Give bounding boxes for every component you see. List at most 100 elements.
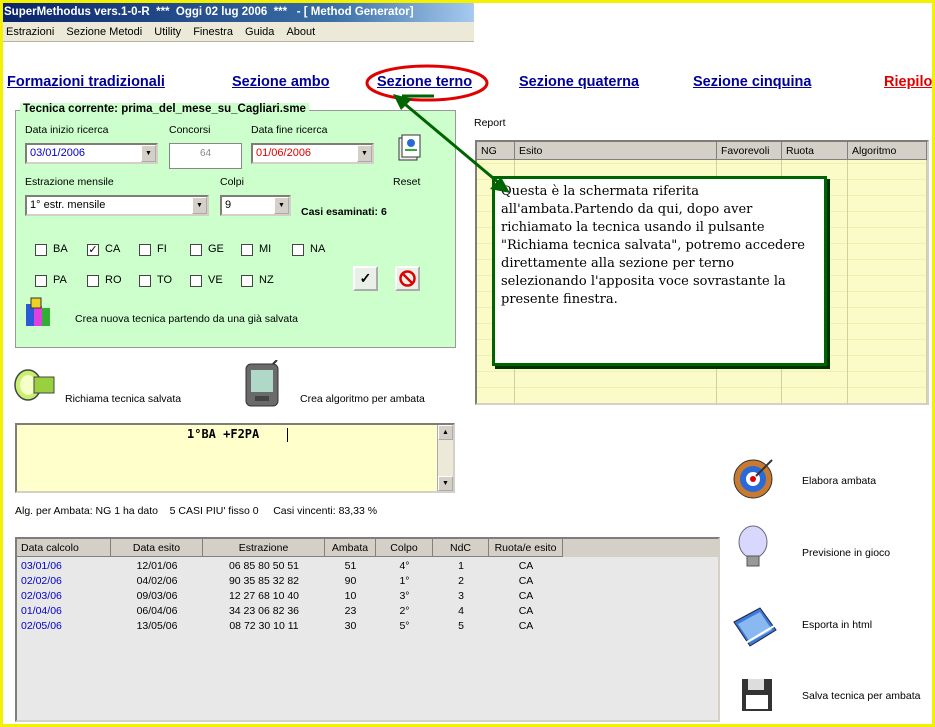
editor-scrollbar[interactable]: ▲ ▼	[437, 425, 453, 491]
table-cell: 04/02/06	[136, 575, 178, 587]
table-cell: 30	[344, 620, 357, 632]
table-cell: 02/05/06	[21, 620, 62, 632]
checkbox-to[interactable]	[139, 275, 151, 287]
flashlight-icon[interactable]	[12, 364, 58, 406]
report-col-ng[interactable]: NG	[477, 142, 515, 160]
table-row[interactable]: 02/05/06 13/05/06 08 72 30 10 11 30 5° 5 CA	[17, 619, 717, 634]
report-col-favorevoli[interactable]: Favorevoli	[717, 142, 782, 160]
checkbox-label-mi: MI	[259, 243, 272, 255]
target-icon[interactable]	[730, 455, 776, 501]
checkbox-pa[interactable]	[35, 275, 47, 287]
casi-esaminati: Casi esaminati: 6	[301, 206, 387, 218]
salva-tecnica-button[interactable]: Salva tecnica per ambata	[802, 690, 920, 702]
estrazione-select[interactable]: 1° estr. mensile ▼	[25, 195, 209, 216]
colpi-select[interactable]: 9 ▼	[220, 195, 291, 216]
table-cell: 2°	[399, 605, 410, 617]
table-row[interactable]: 02/02/06 04/02/06 90 35 85 32 82 90 1° 2 CA	[17, 574, 717, 589]
menu-guida[interactable]: Guida	[245, 26, 274, 38]
table-cell: 4°	[399, 560, 410, 572]
results-col-header[interactable]: NdC	[433, 539, 489, 557]
algorithm-editor[interactable]: 1°BA +F2PA ▲ ▼	[15, 423, 455, 493]
nav-sezione-terno[interactable]: Sezione terno	[377, 74, 472, 90]
cancel-button[interactable]	[395, 266, 420, 291]
scroll-up-icon[interactable]: ▲	[438, 425, 453, 440]
table-row[interactable]: 01/04/06 06/04/06 34 23 06 82 36 23 2° 4 CA	[17, 604, 717, 619]
results-table[interactable]: Data calcolo Data esito Estrazione Ambata Co…	[15, 537, 720, 722]
menu-estrazioni[interactable]: Estrazioni	[6, 26, 54, 38]
table-cell: 90	[344, 575, 357, 587]
nav-sezione-cinquina[interactable]: Sezione cinquina	[693, 74, 811, 90]
chevron-down-icon[interactable]: ▼	[192, 197, 207, 214]
checkbox-ge[interactable]	[190, 244, 202, 256]
reset-label[interactable]: Reset	[393, 176, 420, 188]
checkbox-ro[interactable]	[87, 275, 99, 287]
table-cell: 4	[458, 605, 464, 617]
results-col-header[interactable]: Ruota/e esito	[489, 539, 563, 557]
elabora-ambata-button[interactable]: Elabora ambata	[802, 475, 876, 487]
menu-bar: Estrazioni Sezione Metodi Utility Finest…	[0, 22, 474, 42]
nav-formazioni-tradizionali[interactable]: Formazioni tradizionali	[7, 74, 165, 90]
report-column-divider	[847, 160, 848, 405]
previsione-button[interactable]: Previsione in gioco	[802, 547, 890, 559]
table-cell: 02/03/06	[21, 590, 62, 602]
data-fine-value: 01/06/2006	[256, 147, 312, 159]
lightbulb-icon[interactable]	[735, 524, 771, 572]
report-col-algoritmo[interactable]: Algoritmo	[848, 142, 927, 160]
crea-nuova-label[interactable]: Crea nuova tecnica partendo da una già s…	[75, 313, 298, 325]
richiama-tecnica-button[interactable]: Richiama tecnica salvata	[65, 393, 181, 405]
table-row[interactable]: 02/03/06 09/03/06 12 27 68 10 40 10 3° 3 CA	[17, 589, 717, 604]
menu-about[interactable]: About	[286, 26, 315, 38]
table-cell: CA	[518, 620, 534, 632]
report-col-esito[interactable]: Esito	[515, 142, 717, 160]
chevron-down-icon[interactable]: ▼	[141, 145, 156, 162]
results-col-header[interactable]: Ambata	[325, 539, 376, 557]
results-header: Data calcolo Data esito Estrazione Ambata Co…	[17, 539, 718, 557]
results-col-header[interactable]: Data calcolo	[17, 539, 111, 557]
results-col-header[interactable]: Data esito	[111, 539, 203, 557]
checkbox-label-fi: FI	[157, 243, 167, 255]
menu-finestra[interactable]: Finestra	[193, 26, 233, 38]
colpi-label: Colpi	[220, 176, 244, 188]
arrow-head-top	[393, 94, 412, 110]
table-cell: 2	[458, 575, 464, 587]
report-col-ruota[interactable]: Ruota	[782, 142, 848, 160]
checkbox-mi[interactable]	[241, 244, 253, 256]
chevron-down-icon[interactable]: ▼	[357, 145, 372, 162]
table-cell: 12 27 68 10 40	[228, 590, 300, 602]
checkbox-ba[interactable]	[35, 244, 47, 256]
results-col-header[interactable]: Colpo	[376, 539, 433, 557]
pda-icon[interactable]	[243, 360, 283, 408]
table-cell: 51	[344, 560, 357, 572]
checkbox-ve[interactable]	[190, 275, 202, 287]
nav-riepilogo[interactable]: Riepilo	[884, 74, 932, 90]
checkbox-label-to: TO	[157, 274, 173, 286]
checkbox-label-ba: BA	[53, 243, 68, 255]
scroll-down-icon[interactable]: ▼	[438, 476, 453, 491]
esporta-html-button[interactable]: Esporta in html	[802, 619, 872, 631]
book-stack-icon[interactable]	[397, 134, 423, 162]
data-inizio-select[interactable]: 03/01/2006 ▼	[25, 143, 158, 164]
results-col-header[interactable]: Estrazione	[203, 539, 325, 557]
checkbox-nz[interactable]	[241, 275, 253, 287]
book-export-icon[interactable]	[730, 604, 780, 650]
checkbox-ca[interactable]: ✓	[87, 244, 99, 256]
confirm-check-button[interactable]: ✓	[353, 266, 378, 291]
checkbox-fi[interactable]	[139, 244, 151, 256]
menu-utility[interactable]: Utility	[154, 26, 181, 38]
nav-sezione-quaterna[interactable]: Sezione quaterna	[519, 74, 639, 90]
table-row[interactable]: 03/01/06 12/01/06 06 85 80 50 51 51 4° 1 CA	[17, 559, 717, 574]
chevron-down-icon[interactable]: ▼	[274, 197, 289, 214]
concorsi-field: 64	[169, 143, 242, 169]
table-cell: 34 23 06 82 36	[228, 605, 300, 617]
data-inizio-value: 03/01/2006	[30, 147, 86, 159]
floppy-disk-icon[interactable]	[740, 677, 774, 713]
menu-sezione-metodi[interactable]: Sezione Metodi	[66, 26, 142, 38]
tecnica-legend: Tecnica corrente: prima_del_mese_su_Cagl…	[20, 103, 309, 115]
checkbox-na[interactable]	[292, 244, 304, 256]
crea-algoritmo-button[interactable]: Crea algoritmo per ambata	[300, 393, 425, 405]
multicolor-book-icon[interactable]	[23, 296, 53, 328]
nav-sezione-ambo[interactable]: Sezione ambo	[232, 74, 330, 90]
table-cell: 01/04/06	[21, 605, 62, 617]
report-column-divider	[926, 160, 927, 405]
data-fine-select[interactable]: 01/06/2006 ▼	[251, 143, 374, 164]
